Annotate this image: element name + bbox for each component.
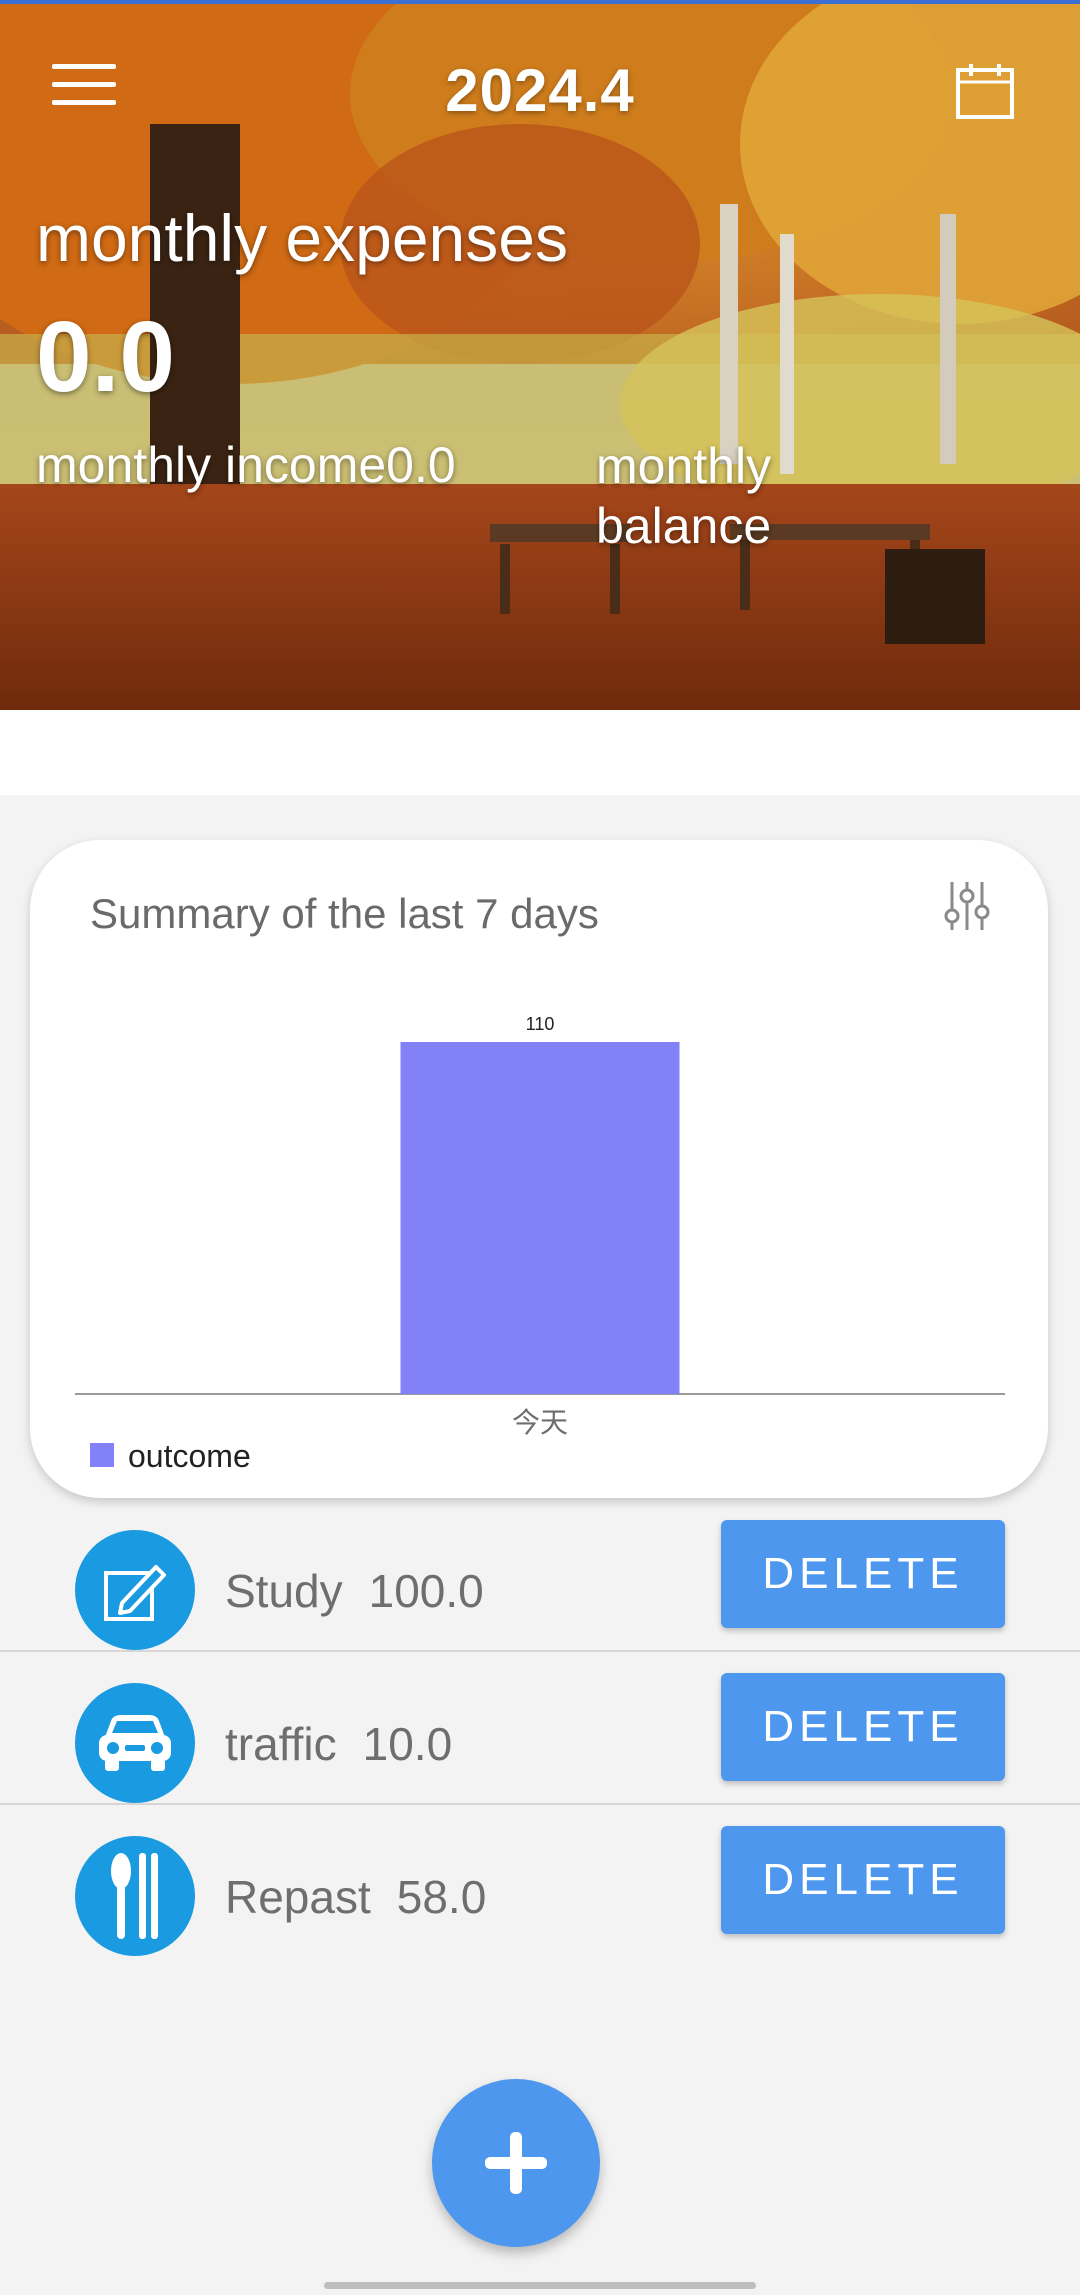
monthly-income-value: 0.0 xyxy=(386,437,456,493)
legend-swatch-outcome xyxy=(90,1443,114,1467)
plus-icon xyxy=(485,2132,547,2194)
list-item-study[interactable]: Study 100.0 DELETE xyxy=(0,1500,1080,1652)
divider xyxy=(0,1803,1080,1805)
record-amount: 58.0 xyxy=(396,1871,487,1923)
list-item-traffic[interactable]: traffic 10.0 DELETE xyxy=(0,1653,1080,1805)
header-banner: 2024.4 monthly expenses 0.0 monthly inco… xyxy=(0,0,1080,710)
spoon-chopsticks-icon xyxy=(111,1853,158,1939)
delete-button[interactable]: DELETE xyxy=(721,1673,1005,1781)
add-record-button[interactable] xyxy=(432,2079,600,2247)
monthly-income-label: monthly income xyxy=(36,437,387,493)
monthly-balance-label: monthly balance xyxy=(596,438,772,554)
month-title[interactable]: 2024.4 xyxy=(0,56,1080,125)
monthly-expenses-label: monthly expenses xyxy=(36,201,568,275)
divider xyxy=(0,1650,1080,1652)
x-tick-label: 今天 xyxy=(512,1406,568,1439)
monthly-income: monthly income0.0 xyxy=(36,436,456,494)
bar-今天 xyxy=(400,1042,680,1394)
category-icon-repast xyxy=(75,1836,195,1956)
category-icon-study xyxy=(75,1530,195,1650)
record-label: Repast 58.0 xyxy=(225,1870,486,1924)
header-spacer xyxy=(0,710,1080,795)
record-category: Study xyxy=(225,1565,343,1617)
record-amount: 100.0 xyxy=(368,1565,484,1617)
car-icon xyxy=(99,1715,171,1771)
record-category: traffic xyxy=(225,1718,337,1770)
record-amount: 10.0 xyxy=(362,1718,453,1770)
calendar-icon[interactable] xyxy=(955,62,1015,120)
monthly-expenses-value: 0.0 xyxy=(36,301,176,413)
summary-bar-chart: 110 今天 xyxy=(75,1014,1005,1439)
record-category: Repast xyxy=(225,1871,371,1923)
delete-button[interactable]: DELETE xyxy=(721,1520,1005,1628)
delete-button[interactable]: DELETE xyxy=(721,1826,1005,1934)
summary-card: Summary of the last 7 days 110 今天 outcome xyxy=(30,840,1048,1498)
legend-label-outcome: outcome xyxy=(128,1438,251,1474)
bar-data-label: 110 xyxy=(526,1014,555,1034)
category-icon-traffic xyxy=(75,1683,195,1803)
list-item-repast[interactable]: Repast 58.0 DELETE xyxy=(0,1806,1080,1958)
record-label: traffic 10.0 xyxy=(225,1717,452,1771)
home-indicator xyxy=(324,2282,756,2289)
record-label: Study 100.0 xyxy=(225,1564,484,1618)
pencil-note-icon xyxy=(104,1565,166,1621)
